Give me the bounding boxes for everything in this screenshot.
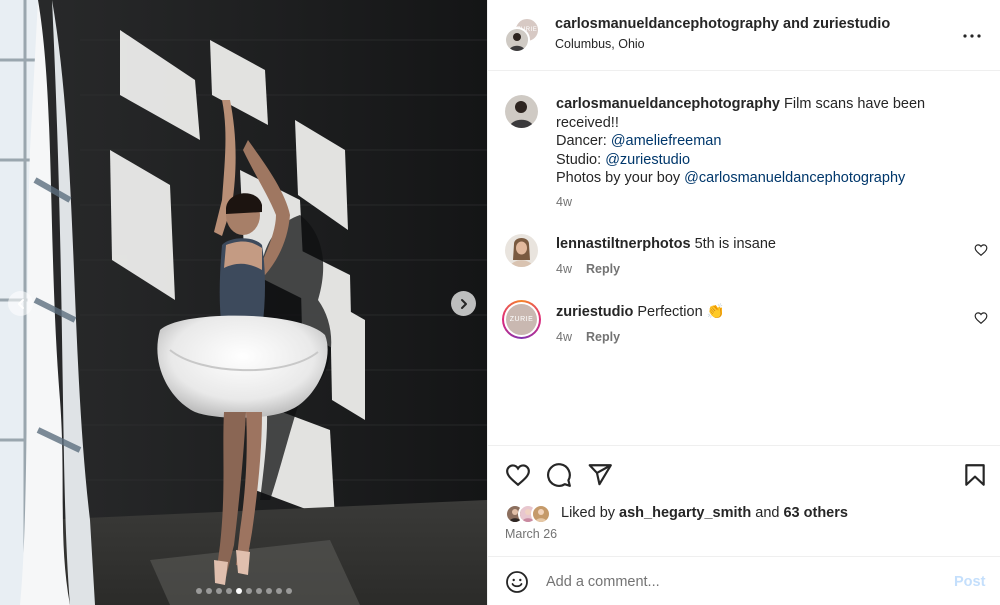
carousel-dot-active bbox=[235, 588, 242, 594]
carousel-next-button[interactable] bbox=[451, 291, 476, 316]
comment-icon[interactable] bbox=[546, 462, 572, 488]
comment-text: lennastiltnerphotos 5th is insane bbox=[556, 235, 956, 254]
carousel-dot bbox=[225, 588, 232, 594]
caption-username[interactable]: carlosmanueldancephotography bbox=[556, 96, 780, 112]
comment-meta: 4w Reply bbox=[556, 262, 620, 276]
comment-composer: Post bbox=[488, 556, 1000, 605]
author-primary-link[interactable]: carlosmanueldancephotography bbox=[555, 16, 779, 32]
carousel-dot bbox=[255, 588, 262, 594]
likes-others-link[interactable]: 63 others bbox=[783, 505, 847, 521]
chevron-left-icon bbox=[17, 298, 24, 309]
avatar-lennastiltnerphotos[interactable] bbox=[505, 234, 538, 267]
reply-button[interactable]: Reply bbox=[586, 330, 620, 344]
comment-time[interactable]: 4w bbox=[556, 262, 572, 276]
caption-text: carlosmanueldancephotography Film scans … bbox=[556, 95, 956, 188]
likes-summary: Liked by ash_hegarty_smith and 63 others bbox=[561, 505, 848, 521]
caption-time[interactable]: 4w bbox=[556, 195, 572, 209]
avatar-photo bbox=[505, 95, 538, 128]
ballet-dancer-photo bbox=[0, 0, 487, 605]
chevron-right-icon bbox=[460, 298, 467, 309]
liker-avatar[interactable] bbox=[531, 504, 551, 524]
carousel-dot bbox=[245, 588, 252, 594]
comments-list: carlosmanueldancephotography Film scans … bbox=[488, 71, 1000, 445]
avatar-text: ZURIE bbox=[509, 316, 534, 323]
post-location[interactable]: Columbus, Ohio bbox=[555, 37, 645, 51]
author-secondary-link[interactable]: zuriestudio bbox=[813, 16, 890, 32]
heart-icon[interactable] bbox=[505, 462, 531, 488]
avatar-carlosmanueldancephotography[interactable] bbox=[505, 95, 538, 128]
bookmark-icon[interactable] bbox=[962, 462, 988, 488]
likes-prefix: Liked by bbox=[561, 505, 616, 521]
more-icon[interactable] bbox=[960, 24, 984, 48]
reply-button[interactable]: Reply bbox=[586, 262, 620, 276]
photos-label: Photos by your boy bbox=[556, 170, 681, 186]
dancer-mention[interactable]: @ameliefreeman bbox=[611, 133, 722, 149]
carousel-prev-button[interactable] bbox=[8, 291, 33, 316]
post-actions: Liked by ash_hegarty_smith and 63 others… bbox=[488, 445, 1000, 556]
avatar-zuriestudio[interactable]: ZURIE bbox=[502, 300, 541, 339]
photographer-mention[interactable]: @carlosmanueldancephotography bbox=[684, 170, 905, 186]
post-details-panel: ZURIE carlosmanueldancephotography and z… bbox=[487, 0, 1000, 605]
avatar-photo bbox=[533, 506, 549, 522]
post-media bbox=[0, 0, 487, 605]
carousel-dot bbox=[275, 588, 282, 594]
comment-text: zuriestudio Perfection 👏 bbox=[556, 303, 956, 322]
heart-icon[interactable] bbox=[974, 311, 988, 325]
comment-body: 5th is insane bbox=[694, 236, 776, 252]
post-viewer: ZURIE carlosmanueldancephotography and z… bbox=[0, 0, 1000, 605]
authors-joiner: and bbox=[783, 16, 809, 32]
comment-username[interactable]: lennastiltnerphotos bbox=[556, 236, 691, 252]
carousel-dot bbox=[205, 588, 212, 594]
carousel-dot bbox=[215, 588, 222, 594]
comment-input[interactable] bbox=[546, 569, 926, 595]
share-icon[interactable] bbox=[587, 462, 613, 488]
collab-avatars[interactable]: ZURIE bbox=[504, 17, 544, 53]
avatar-carlosmanueldancephotography bbox=[504, 27, 530, 53]
comment-username[interactable]: zuriestudio bbox=[556, 304, 633, 320]
carousel-dots bbox=[0, 588, 487, 594]
avatar-photo bbox=[505, 234, 538, 267]
carousel-dot bbox=[285, 588, 292, 594]
studio-mention[interactable]: @zuriestudio bbox=[605, 152, 690, 168]
comment-time[interactable]: 4w bbox=[556, 330, 572, 344]
comment-body: Perfection 👏 bbox=[637, 304, 725, 320]
comment-meta: 4w Reply bbox=[556, 330, 620, 344]
likes-joiner: and bbox=[755, 505, 780, 521]
heart-icon[interactable] bbox=[974, 243, 988, 257]
post-date[interactable]: March 26 bbox=[505, 527, 557, 541]
liker-username[interactable]: ash_hegarty_smith bbox=[619, 505, 751, 521]
avatar-photo bbox=[506, 29, 528, 51]
carousel-dot bbox=[265, 588, 272, 594]
dancer-label: Dancer: bbox=[556, 133, 607, 149]
carousel-dot bbox=[195, 588, 202, 594]
post-authors: carlosmanueldancephotography and zuriest… bbox=[555, 16, 890, 32]
post-header: ZURIE carlosmanueldancephotography and z… bbox=[488, 0, 1000, 71]
post-button[interactable]: Post bbox=[954, 574, 985, 590]
studio-label: Studio: bbox=[556, 151, 602, 168]
emoji-icon[interactable] bbox=[505, 570, 529, 594]
